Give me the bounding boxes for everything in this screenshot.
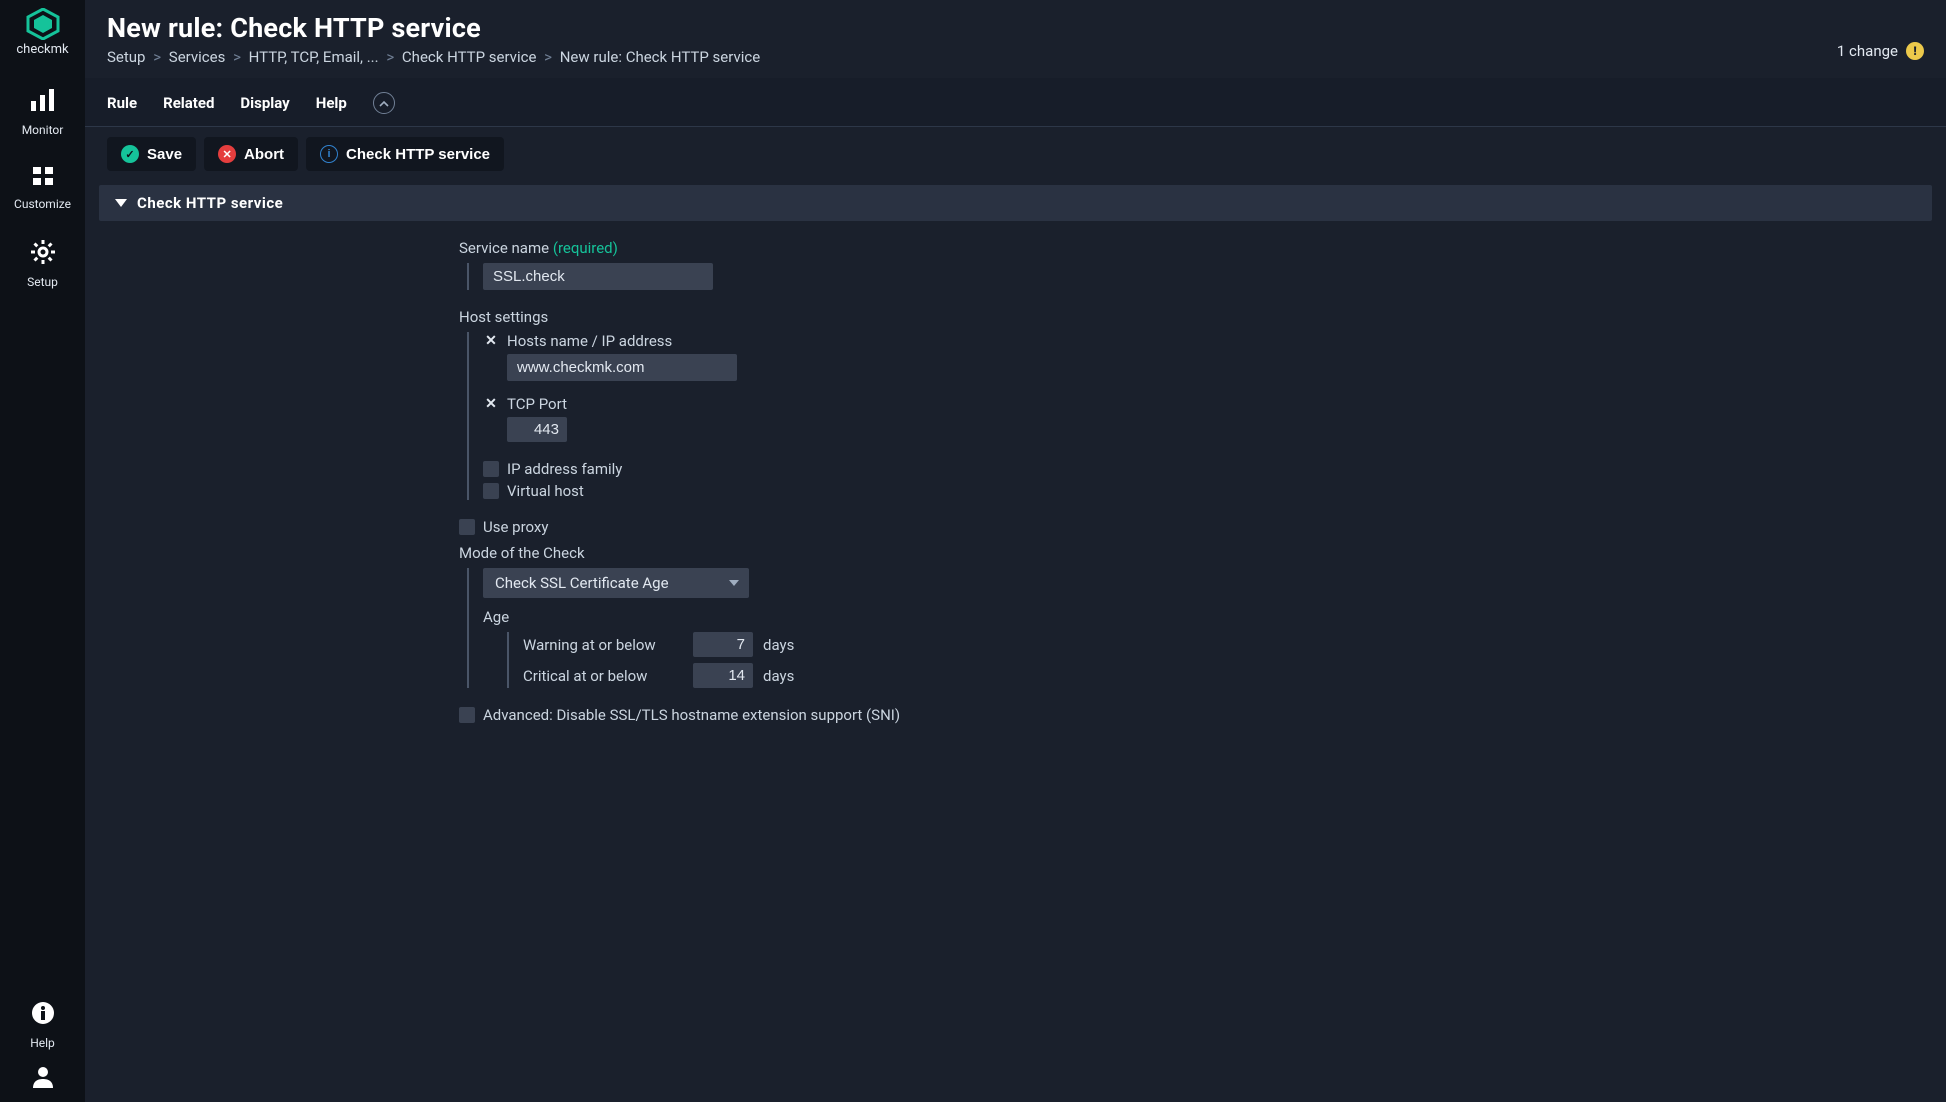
service-name-input[interactable]	[483, 263, 713, 290]
help-toggle-button[interactable]	[373, 92, 395, 114]
use-proxy-checkbox[interactable]	[459, 519, 475, 535]
required-indicator: (required)	[553, 239, 618, 257]
breadcrumb: Setup > Services > HTTP, TCP, Email, ...…	[107, 48, 760, 66]
menu-display[interactable]: Display	[240, 94, 289, 112]
menu-help[interactable]: Help	[316, 94, 347, 112]
info-icon: i	[320, 145, 338, 163]
nav-customize[interactable]: Customize	[14, 165, 71, 211]
menubar: Rule Related Display Help	[85, 78, 1946, 127]
crumb[interactable]: Check HTTP service	[402, 48, 536, 66]
close-icon: ✕	[218, 145, 236, 163]
info-icon	[30, 1014, 56, 1030]
mode-label: Mode of the Check	[459, 544, 1359, 562]
chevron-down-icon	[729, 580, 739, 586]
crumb[interactable]: New rule: Check HTTP service	[560, 48, 760, 66]
disable-sni-checkbox[interactable]	[459, 707, 475, 723]
nav-monitor[interactable]: Monitor	[22, 89, 64, 137]
host-settings-label: Host settings	[459, 308, 1359, 326]
tcp-port-label: TCP Port	[507, 395, 567, 413]
abort-button[interactable]: ✕ Abort	[204, 137, 298, 171]
user-icon	[31, 1076, 55, 1092]
gear-icon	[30, 253, 56, 269]
collapse-triangle-icon	[115, 199, 127, 207]
menu-rule[interactable]: Rule	[107, 94, 137, 112]
bar-chart-icon	[29, 101, 57, 117]
virtual-host-checkbox[interactable]	[483, 483, 499, 499]
warning-badge-icon: !	[1906, 42, 1924, 60]
changes-label: 1 change	[1837, 42, 1898, 60]
menu-related[interactable]: Related	[163, 94, 214, 112]
hostname-label: Hosts name / IP address	[507, 332, 672, 350]
nav-user[interactable]	[30, 1064, 56, 1092]
disable-sni-label: Advanced: Disable SSL/TLS hostname exten…	[483, 706, 900, 724]
remove-hostname-button[interactable]: ✕	[483, 333, 499, 349]
tcp-port-input[interactable]	[507, 417, 567, 442]
section-title: Check HTTP service	[137, 194, 283, 212]
crumb[interactable]: Setup	[107, 48, 145, 66]
days-unit: days	[763, 667, 794, 685]
virtual-host-label: Virtual host	[507, 482, 584, 500]
checkmk-logo-icon	[16, 8, 68, 40]
chevron-up-icon	[379, 100, 389, 107]
check-icon: ✓	[121, 145, 139, 163]
save-button[interactable]: ✓ Save	[107, 137, 196, 171]
days-unit: days	[763, 636, 794, 654]
remove-tcp-port-button[interactable]: ✕	[483, 396, 499, 412]
brand-logo[interactable]: checkmk	[16, 8, 68, 57]
warning-label: Warning at or below	[523, 636, 683, 654]
section-header[interactable]: Check HTTP service	[99, 185, 1932, 221]
service-name-label: Service name (required)	[459, 239, 1359, 257]
toolbar: ✓ Save ✕ Abort i Check HTTP service	[85, 127, 1946, 181]
nav-setup[interactable]: Setup	[27, 239, 58, 289]
ip-family-label: IP address family	[507, 460, 622, 478]
service-info-button[interactable]: i Check HTTP service	[306, 137, 504, 171]
nav-help[interactable]: Help	[30, 1000, 56, 1050]
crumb[interactable]: Services	[169, 48, 226, 66]
sidebar: checkmk Monitor Customize	[0, 0, 85, 1102]
brand-name: checkmk	[16, 42, 68, 57]
crumb[interactable]: HTTP, TCP, Email, ...	[249, 48, 379, 66]
critical-label: Critical at or below	[523, 667, 683, 685]
page-title: New rule: Check HTTP service	[107, 12, 760, 44]
age-label: Age	[483, 608, 1359, 626]
mode-select[interactable]: Check SSL Certificate Age	[483, 568, 749, 598]
use-proxy-label: Use proxy	[483, 518, 548, 536]
main-content: New rule: Check HTTP service Setup > Ser…	[85, 0, 1946, 1102]
pending-changes[interactable]: 1 change !	[1837, 12, 1924, 66]
hostname-input[interactable]	[507, 354, 737, 381]
grid-icon	[31, 175, 55, 191]
critical-days-input[interactable]	[693, 663, 753, 688]
ip-family-checkbox[interactable]	[483, 461, 499, 477]
warning-days-input[interactable]	[693, 632, 753, 657]
